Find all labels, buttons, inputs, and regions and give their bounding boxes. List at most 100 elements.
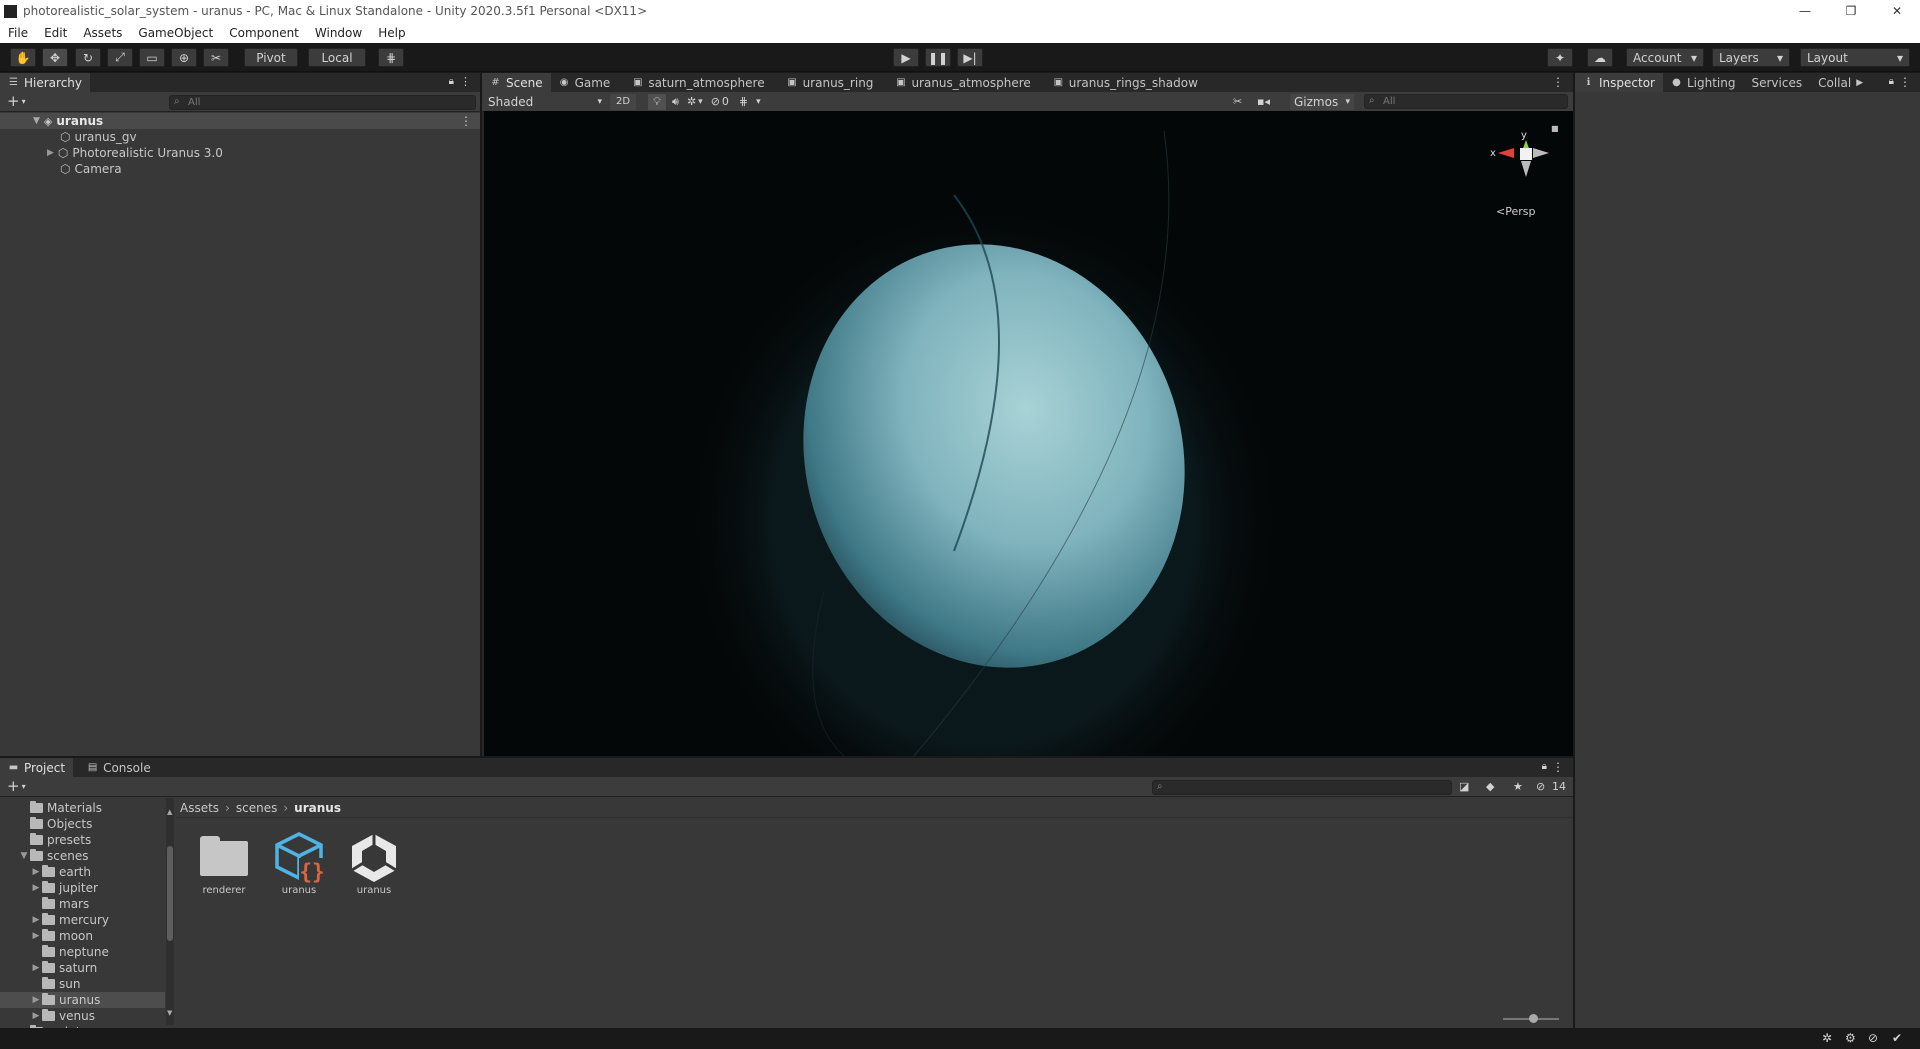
tab-uranus-rings-shadow[interactable]: ▣ uranus_rings_shadow: [1045, 73, 1206, 92]
rotate-tool-icon[interactable]: ↻: [75, 48, 101, 67]
hierarchy-item[interactable]: ▶ ⬡ Photorealistic Uranus 3.0: [0, 145, 480, 161]
hierarchy-item[interactable]: ⬡ Camera: [0, 161, 480, 177]
neg-y-axis-cone[interactable]: [1521, 161, 1531, 177]
chevron-right-icon[interactable]: ▶: [30, 915, 42, 925]
custom-tool-icon[interactable]: ✂: [203, 48, 229, 67]
chevron-right-icon[interactable]: ▶: [30, 931, 42, 941]
tools-icon[interactable]: ✂: [1233, 95, 1242, 108]
account-dropdown[interactable]: Account ▾: [1626, 48, 1704, 67]
tab-hierarchy[interactable]: ☰ Hierarchy: [0, 73, 91, 92]
minimize-button[interactable]: —: [1782, 0, 1828, 22]
lighting-toggle-icon[interactable]: 💡︎: [648, 93, 666, 110]
close-button[interactable]: ✕: [1874, 0, 1920, 22]
chevron-right-icon[interactable]: ▶: [30, 995, 42, 1005]
folder-tree-item[interactable]: ▶ saturn: [0, 960, 165, 976]
gizmo-center-cube[interactable]: [1520, 148, 1532, 160]
collab-icon[interactable]: ✦: [1547, 48, 1573, 67]
add-icon[interactable]: +: [7, 779, 20, 794]
move-tool-icon[interactable]: ✥: [42, 48, 68, 67]
audio-toggle-icon[interactable]: 🔊︎: [672, 95, 679, 109]
transform-tool-icon[interactable]: ⊕: [171, 48, 197, 67]
scroll-thumb[interactable]: [167, 846, 173, 941]
chevron-down-icon[interactable]: ▼: [18, 851, 30, 861]
hand-tool-icon[interactable]: ✋: [10, 48, 36, 67]
lock-icon[interactable]: 🔒︎: [449, 76, 454, 87]
tab-console[interactable]: ▤ Console: [79, 758, 159, 777]
folder-tree-item[interactable]: presets: [0, 832, 165, 848]
folder-tree-item[interactable]: ▶ uranus: [0, 992, 165, 1008]
asset-tile[interactable]: uranus: [339, 828, 409, 896]
asset-tile[interactable]: {} uranus: [264, 828, 334, 896]
kebab-menu-icon[interactable]: ⋮: [1899, 75, 1911, 89]
kebab-menu-icon[interactable]: ⋮: [460, 75, 471, 88]
chevron-right-icon[interactable]: ▶: [1856, 78, 1863, 88]
icon-size-slider[interactable]: [1503, 1014, 1559, 1023]
lock-icon[interactable]: ■: [1551, 124, 1559, 133]
folder-tree-item[interactable]: neptune: [0, 944, 165, 960]
chevron-down-icon[interactable]: ▾: [698, 97, 703, 107]
chevron-down-icon[interactable]: ▾: [22, 97, 26, 106]
neg-x-axis-cone[interactable]: [1533, 148, 1549, 158]
expand-arrow-icon[interactable]: ▼: [33, 116, 40, 126]
folder-tree-item[interactable]: ▶ venus: [0, 1008, 165, 1024]
chevron-right-icon[interactable]: ▶: [30, 1011, 42, 1021]
pause-button-icon[interactable]: ❚❚: [925, 48, 951, 67]
scene-row[interactable]: ▼ ◈ uranus ⋮: [0, 113, 480, 129]
menu-assets[interactable]: Assets: [75, 26, 130, 40]
folder-tree-item[interactable]: mars: [0, 896, 165, 912]
tab-scene[interactable]: # Scene: [482, 73, 551, 92]
scale-tool-icon[interactable]: ⤢: [107, 48, 133, 67]
label-tag-icon[interactable]: ◆: [1486, 780, 1494, 793]
draw-mode-dropdown[interactable]: Shaded ▾: [486, 94, 604, 110]
scroll-down-arrow-icon[interactable]: ▼: [167, 1009, 172, 1017]
filter-type-icon[interactable]: ◪: [1459, 780, 1469, 793]
tab-lighting[interactable]: ● Lighting: [1663, 73, 1744, 92]
folder-tree-item[interactable]: ▶ moon: [0, 928, 165, 944]
favorite-star-icon[interactable]: ★: [1513, 780, 1523, 793]
layers-dropdown[interactable]: Layers ▾: [1712, 48, 1790, 67]
expand-arrow-icon[interactable]: ▶: [47, 148, 54, 158]
grid-toggle-icon[interactable]: ⋕: [739, 95, 748, 108]
folder-tree-item[interactable]: Materials: [0, 800, 165, 816]
menu-component[interactable]: Component: [221, 26, 307, 40]
menu-gameobject[interactable]: GameObject: [130, 26, 221, 40]
grid-snap-icon[interactable]: ⋕: [378, 48, 404, 67]
hierarchy-item[interactable]: ⬡ uranus_gv: [0, 129, 480, 145]
tab-game[interactable]: ◉ Game: [551, 73, 619, 92]
tree-scrollbar[interactable]: ▲ ▼: [166, 798, 174, 1025]
cache-server-icon[interactable]: ⊘: [1868, 1031, 1878, 1045]
breadcrumb-uranus[interactable]: uranus: [294, 801, 341, 815]
menu-help[interactable]: Help: [370, 26, 413, 40]
folder-tree-item[interactable]: ▶ mercury: [0, 912, 165, 928]
project-search-input[interactable]: [1152, 780, 1452, 795]
check-icon[interactable]: ✔: [1892, 1031, 1902, 1045]
breadcrumb-scenes[interactable]: scenes: [236, 801, 277, 815]
local-button[interactable]: Local: [308, 48, 366, 67]
folder-tree-item[interactable]: ▶ jupiter: [0, 880, 165, 896]
chevron-down-icon[interactable]: ▾: [22, 782, 26, 791]
debug-icon[interactable]: ✲: [1822, 1031, 1832, 1045]
asset-tile[interactable]: renderer: [189, 828, 259, 896]
scene-search-input[interactable]: All: [1364, 94, 1568, 109]
slider-thumb[interactable]: [1529, 1014, 1538, 1023]
chevron-right-icon[interactable]: ▶: [30, 963, 42, 973]
tab-project[interactable]: ▬ Project: [0, 758, 74, 777]
cloud-icon[interactable]: ☁: [1587, 48, 1613, 67]
folder-tree-item[interactable]: ▼ scenes: [0, 848, 165, 864]
tab-uranus-atmosphere[interactable]: ▣ uranus_atmosphere: [887, 73, 1038, 92]
folder-tree-item[interactable]: sun: [0, 976, 165, 992]
camera-icon[interactable]: ▪◂: [1257, 95, 1270, 108]
tab-uranus-ring[interactable]: ▣ uranus_ring: [779, 73, 882, 92]
folder-tree-item[interactable]: Objects: [0, 816, 165, 832]
maximize-button[interactable]: ❐: [1828, 0, 1874, 22]
gizmos-dropdown[interactable]: Gizmos ▾: [1290, 93, 1354, 110]
menu-file[interactable]: File: [0, 26, 36, 40]
hierarchy-search-input[interactable]: All: [169, 95, 476, 110]
scene-menu-icon[interactable]: ⋮: [460, 114, 472, 128]
kebab-menu-icon[interactable]: ⋮: [1552, 760, 1564, 774]
hidden-objects-icon[interactable]: ⊘: [711, 95, 720, 108]
folder-tree-item[interactable]: ▶ earth: [0, 864, 165, 880]
kebab-menu-icon[interactable]: ⋮: [1552, 75, 1564, 89]
chevron-right-icon[interactable]: ▶: [30, 867, 42, 877]
tab-saturn-atmosphere[interactable]: ▣ saturn_atmosphere: [624, 73, 772, 92]
